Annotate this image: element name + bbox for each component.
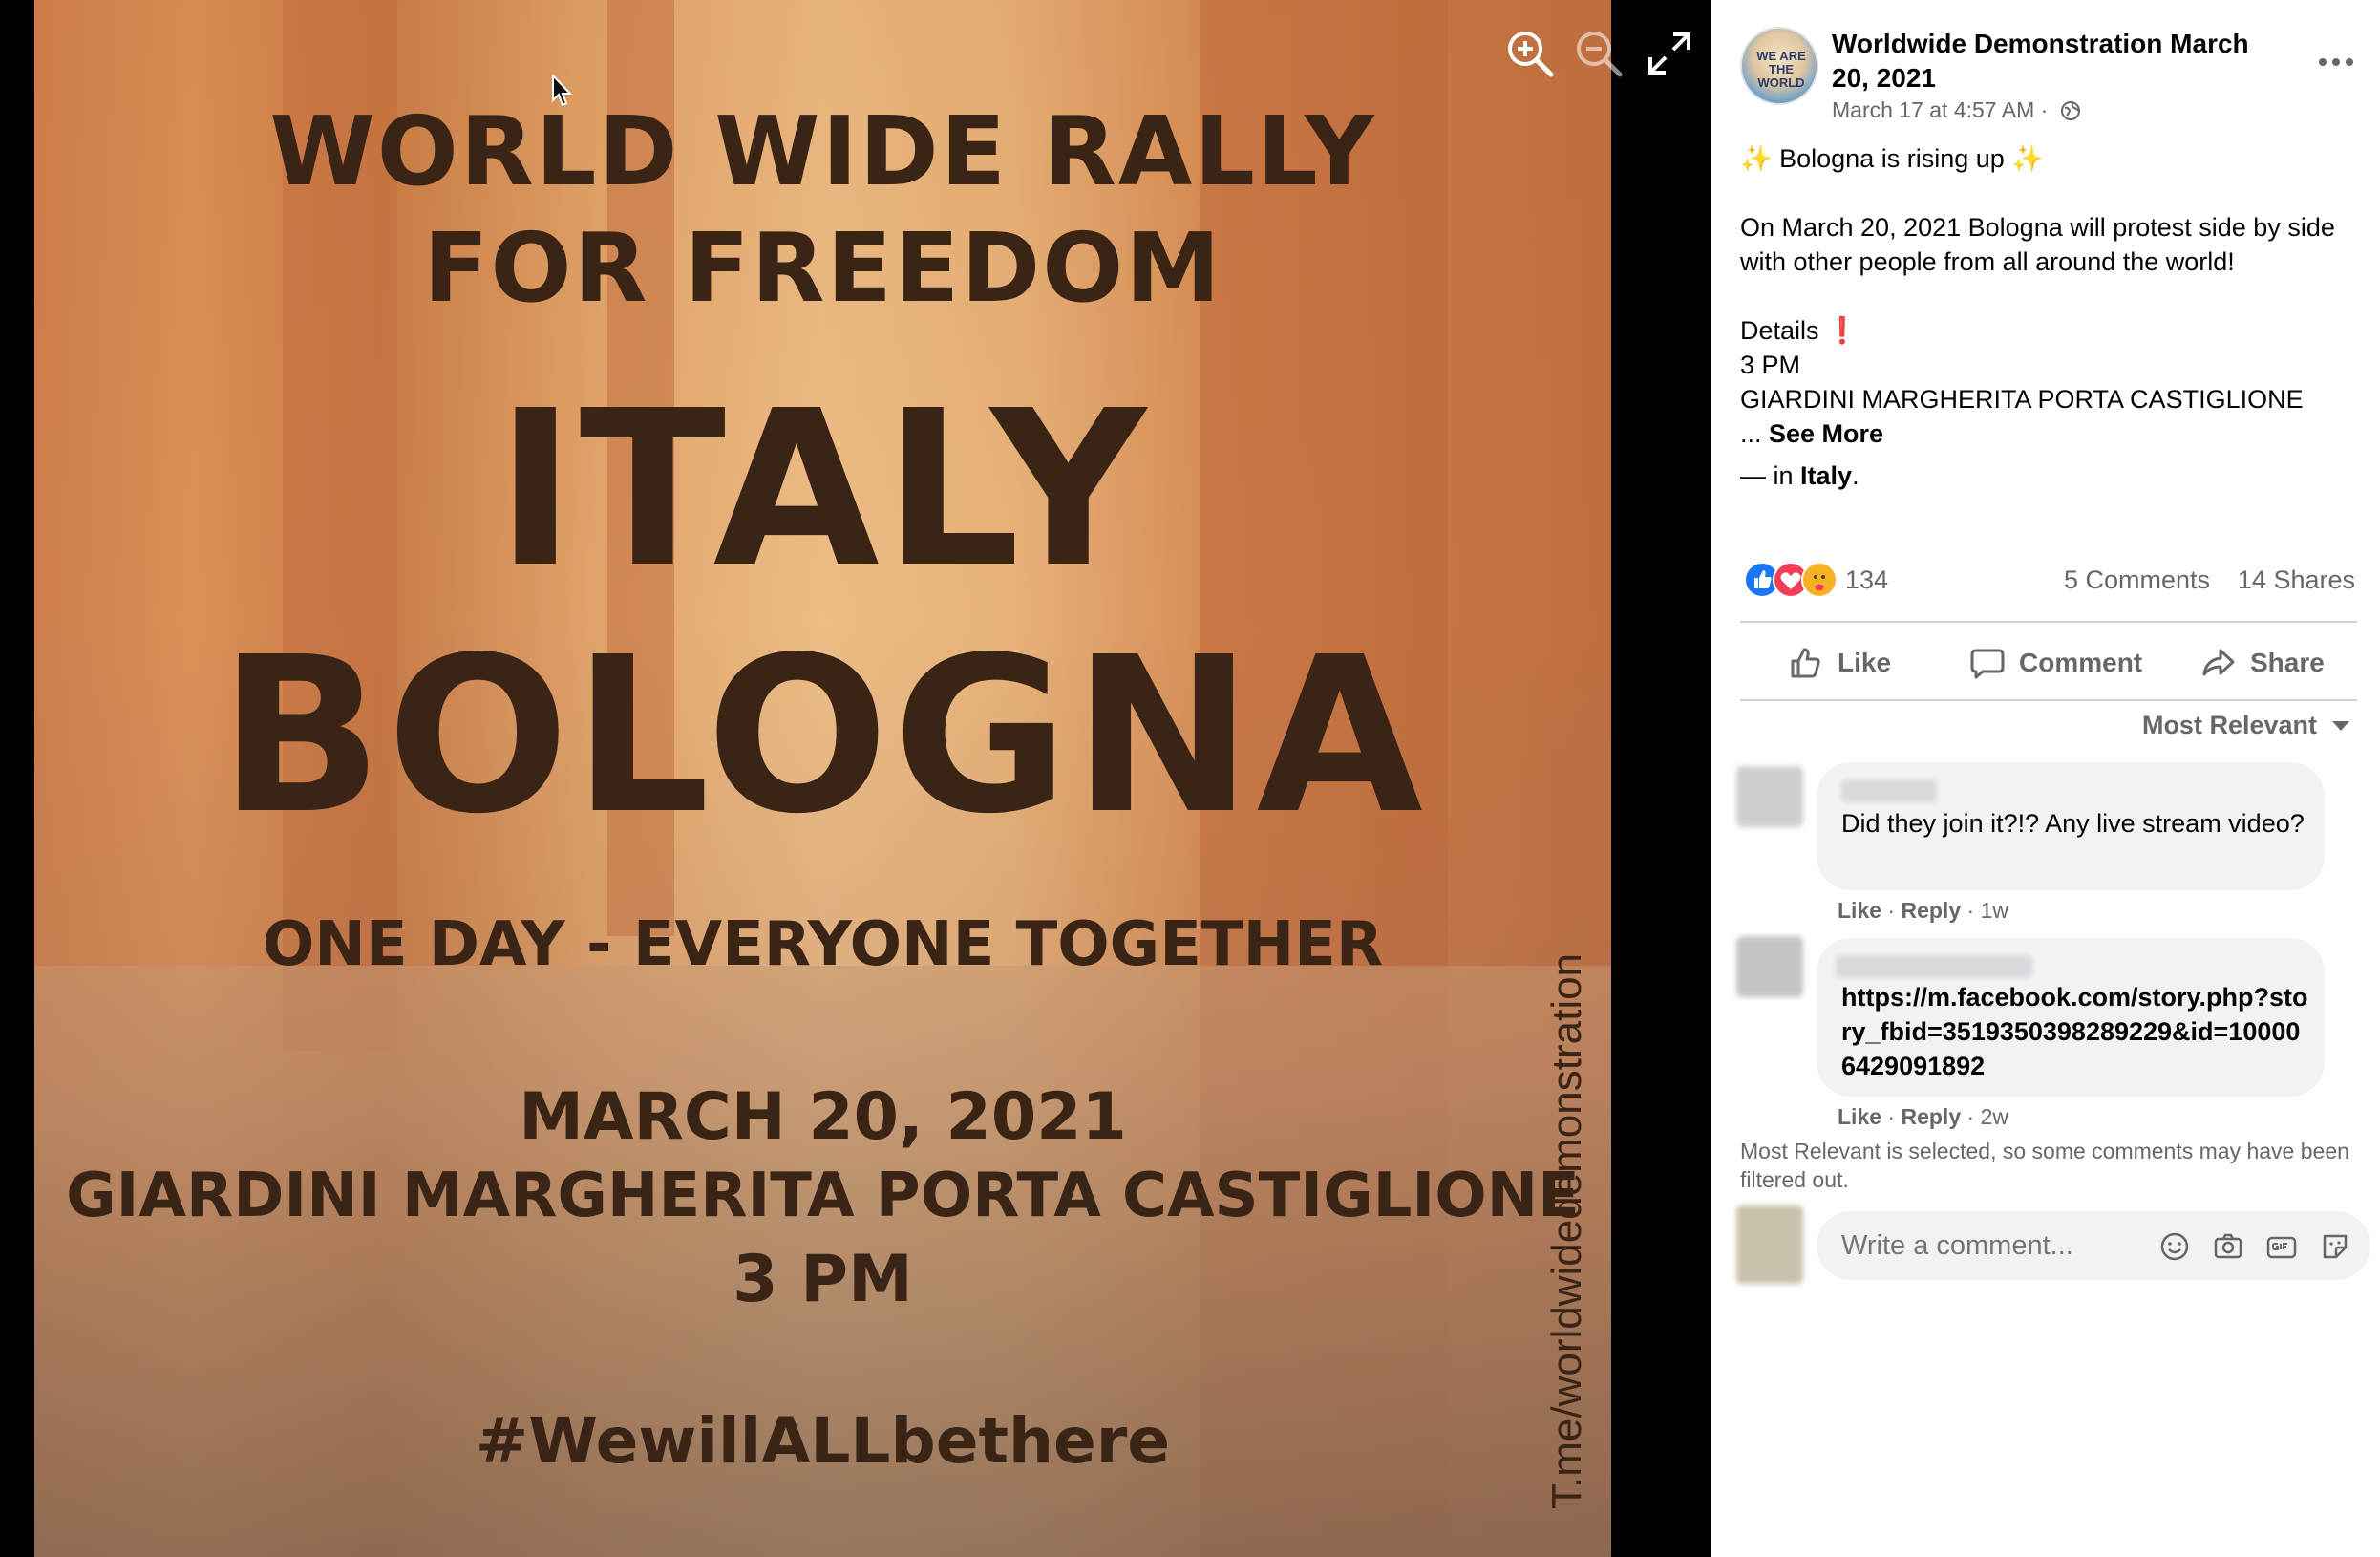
commenter-avatar[interactable]: [1736, 936, 1803, 997]
comment-composer[interactable]: [1817, 1211, 2370, 1280]
globe-icon: [2060, 100, 2081, 121]
commenter-avatar[interactable]: [1736, 766, 1803, 827]
post-text-line: 3 PM: [1740, 351, 1801, 379]
photo-viewer: WORLD WIDE RALLY FOR FREEDOM ITALY BOLOG…: [0, 0, 2380, 1557]
comment-sort-dropdown[interactable]: Most Relevant: [2142, 711, 2351, 740]
comment-bubble: https://m.facebook.com/story.php?story_f…: [1817, 938, 2325, 1097]
location-suffix: .: [1852, 461, 1859, 490]
comment-link[interactable]: https://m.facebook.com/story.php?story_f…: [1841, 980, 2309, 1083]
poster-hashtag: #WewillALLbethere: [475, 1404, 1171, 1478]
poster-heading-line1: WORLD WIDE RALLY: [269, 96, 1376, 207]
fullscreen-icon[interactable]: [1645, 29, 1694, 78]
post-text-line: GIARDINI MARGHERITA PORTA CASTIGLIONE: [1740, 385, 2304, 414]
care-reaction-icon: [1801, 562, 1838, 598]
like-button[interactable]: Like: [1788, 630, 1891, 695]
comment-actions: Like · Reply · 2w: [1838, 1104, 2008, 1129]
poster-country: ITALY: [495, 365, 1151, 615]
comment-button[interactable]: Comment: [1969, 630, 2142, 695]
comment-time[interactable]: 1w: [1981, 898, 2008, 923]
see-more-link[interactable]: See More: [1769, 419, 1883, 448]
thumbs-up-icon: [1791, 648, 1820, 678]
post-author-name[interactable]: Worldwide Demonstration March 20, 2021: [1832, 27, 2290, 96]
emoji-icon[interactable]: [2158, 1230, 2191, 1263]
poster-date: MARCH 20, 2021: [519, 1079, 1127, 1155]
avatar-logo-text: WE ARE THE WORLD: [1756, 49, 1806, 90]
gif-icon[interactable]: [2265, 1230, 2298, 1263]
location-link[interactable]: Italy: [1800, 461, 1852, 490]
post-action-bar: Like Comment Share: [1740, 630, 2357, 695]
comment-like-link[interactable]: Like: [1838, 898, 1881, 923]
comment-reply-link[interactable]: Reply: [1901, 1104, 1961, 1129]
post-time-text[interactable]: March 17 at 4:57 AM ·: [1832, 97, 2054, 122]
more-options-button[interactable]: [2313, 48, 2359, 76]
ellipsis: ...: [1740, 419, 1770, 448]
zoom-in-icon[interactable]: [1505, 29, 1555, 78]
commenter-name-redacted[interactable]: [1841, 779, 1937, 802]
comment-input[interactable]: [1841, 1211, 2128, 1280]
poster-tagline: ONE DAY - EVERYONE TOGETHER: [262, 909, 1384, 980]
poster-time: 3 PM: [733, 1242, 913, 1317]
poster-heading-line2: FOR FREEDOM: [423, 212, 1222, 324]
share-label: Share: [2250, 648, 2325, 677]
mouse-cursor-icon: [552, 73, 573, 107]
comment-bubble: Did they join it?!? Any live stream vide…: [1817, 762, 2325, 890]
post-text: ✨ Bologna is rising up ✨ On March 20, 20…: [1740, 141, 2351, 493]
zoom-out-icon[interactable]: [1574, 29, 1624, 78]
poster-side-url: T.me/worldwidedemonstration: [1543, 952, 1590, 1509]
reaction-count[interactable]: 134: [1845, 565, 1888, 595]
shares-count[interactable]: 14 Shares: [2238, 565, 2355, 595]
chevron-down-icon: [2332, 720, 2349, 731]
filter-notice: Most Relevant is selected, so some comme…: [1740, 1139, 2349, 1192]
post-photo[interactable]: WORLD WIDE RALLY FOR FREEDOM ITALY BOLOG…: [34, 0, 1611, 1557]
post-text-line: ✨ Bologna is rising up ✨: [1740, 144, 2044, 173]
post-text-line: Details ❗: [1740, 316, 1859, 345]
sticker-icon[interactable]: [2319, 1230, 2351, 1263]
post-text-line: On March 20, 2021 Bologna will protest s…: [1740, 213, 2335, 276]
photo-theater: WORLD WIDE RALLY FOR FREEDOM ITALY BOLOG…: [0, 0, 1711, 1557]
current-user-avatar[interactable]: [1736, 1205, 1803, 1284]
comment-actions: Like · Reply · 1w: [1838, 898, 2008, 923]
camera-icon[interactable]: [2212, 1230, 2244, 1263]
poster-venue: GIARDINI MARGHERITA PORTA CASTIGLIONE: [66, 1161, 1580, 1231]
comment-reply-link[interactable]: Reply: [1901, 898, 1961, 923]
comment-bubble-icon: [1970, 649, 2005, 679]
page-avatar[interactable]: WE ARE THE WORLD: [1740, 27, 1818, 105]
post-timestamp[interactable]: March 17 at 4:57 AM ·: [1832, 97, 2081, 123]
sort-label: Most Relevant: [2141, 711, 2317, 739]
comment-time[interactable]: 2w: [1981, 1104, 2008, 1129]
share-arrow-icon: [2202, 649, 2235, 676]
location-prefix: — in: [1740, 461, 1801, 490]
reaction-summary[interactable]: 134 5 Comments 14 Shares: [1744, 562, 2355, 600]
divider: [1740, 699, 2357, 701]
comment-like-link[interactable]: Like: [1838, 1104, 1881, 1129]
poster-city: BOLOGNA: [219, 611, 1427, 862]
comment-text: Did they join it?!? Any live stream vide…: [1841, 809, 2305, 838]
comments-count[interactable]: 5 Comments: [2064, 565, 2210, 595]
like-label: Like: [1838, 648, 1892, 677]
comment-label: Comment: [2019, 648, 2143, 677]
commenter-name-redacted[interactable]: [1836, 955, 2032, 978]
share-button[interactable]: Share: [2200, 630, 2325, 695]
divider: [1740, 621, 2357, 623]
post-sidebar: WE ARE THE WORLD Worldwide Demonstration…: [1711, 0, 2380, 1557]
see-more-line: ... See More: [1740, 416, 2351, 451]
location-line: — in Italy.: [1740, 459, 2351, 493]
